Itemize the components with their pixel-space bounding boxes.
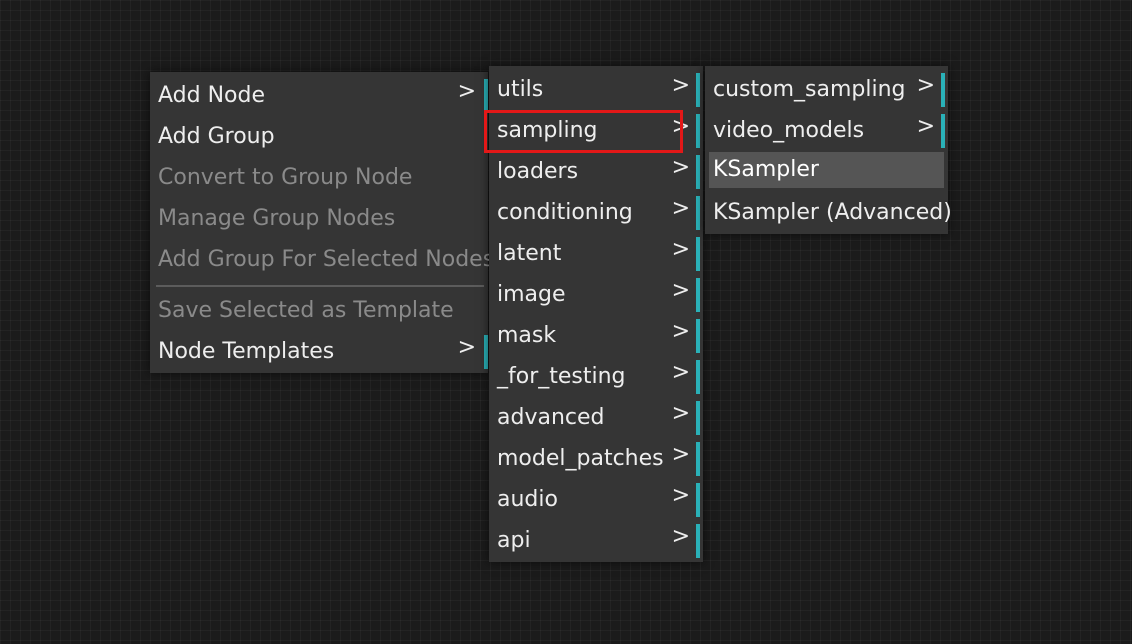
submenu-indicator [696,237,700,271]
chevron-right-icon: > [671,442,690,467]
submenu-indicator [696,483,700,517]
submenu-indicator [696,278,700,312]
menu-item-label: Manage Group Nodes [158,206,396,231]
submenu-item-label: image [497,282,566,307]
submenu-item-for-testing[interactable]: _for_testing > [489,356,703,397]
menu-separator [156,285,484,287]
menu-item-label: Convert to Group Node [158,165,413,190]
menu-item-add-group-for-selected-nodes: Add Group For Selected Nodes [150,239,494,280]
menu-item-convert-to-group-node: Convert to Group Node [150,157,488,198]
submenu-item-sampling[interactable]: sampling > [489,110,703,151]
submenu-indicator [696,524,700,558]
submenu-indicator [696,442,700,476]
submenu-item-model-patches[interactable]: model_patches > [489,438,703,479]
menu-item-save-selected-as-template: Save Selected as Template [150,290,488,331]
submenu-item-ksampler[interactable]: KSampler [709,152,944,188]
submenu-item-label: loaders [497,159,579,184]
submenu-item-custom-sampling[interactable]: custom_sampling > [705,69,948,110]
submenu-indicator [696,196,700,230]
chevron-right-icon: > [671,237,690,262]
menu-item-add-group[interactable]: Add Group [150,116,488,157]
submenu-item-audio[interactable]: audio > [489,479,703,520]
chevron-right-icon: > [916,114,935,139]
submenu-item-api[interactable]: api > [489,520,703,561]
submenu-item-label: KSampler [713,157,819,182]
chevron-right-icon: > [457,79,476,104]
chevron-right-icon: > [671,278,690,303]
submenu-indicator [941,73,945,107]
menu-item-label: Add Group [158,124,275,149]
submenu-item-label: _for_testing [497,364,626,389]
chevron-right-icon: > [671,73,690,98]
menu-item-add-node[interactable]: Add Node > [150,75,488,116]
submenu-item-label: sampling [497,118,598,143]
submenu-indicator [696,319,700,353]
chevron-right-icon: > [671,196,690,221]
menu-item-node-templates[interactable]: Node Templates > [150,331,488,372]
submenu-item-image[interactable]: image > [489,274,703,315]
submenu-item-label: KSampler (Advanced) [713,200,952,225]
submenu-item-label: utils [497,77,544,102]
submenu-indicator [696,155,700,189]
submenu-item-label: advanced [497,405,605,430]
submenu-item-ksampler-advanced[interactable]: KSampler (Advanced) [705,192,952,233]
submenu-item-label: mask [497,323,557,348]
chevron-right-icon: > [916,73,935,98]
submenu-item-mask[interactable]: mask > [489,315,703,356]
chevron-right-icon: > [671,319,690,344]
submenu-item-label: video_models [713,118,865,143]
node-categories-submenu: utils > sampling > loaders > conditionin… [489,66,703,562]
submenu-item-label: latent [497,241,562,266]
submenu-indicator [484,79,488,113]
submenu-item-label: api [497,528,531,553]
menu-item-manage-group-nodes: Manage Group Nodes [150,198,488,239]
chevron-right-icon: > [457,335,476,360]
submenu-indicator [484,335,488,369]
menu-item-label: Save Selected as Template [158,298,454,323]
canvas-context-menu: Add Node > Add Group Convert to Group No… [150,72,494,373]
submenu-item-label: model_patches [497,446,664,471]
submenu-indicator [696,401,700,435]
chevron-right-icon: > [671,360,690,385]
submenu-item-advanced[interactable]: advanced > [489,397,703,438]
submenu-indicator [696,360,700,394]
chevron-right-icon: > [671,524,690,549]
chevron-right-icon: > [671,401,690,426]
menu-item-label: Node Templates [158,339,335,364]
chevron-right-icon: > [671,483,690,508]
submenu-item-label: custom_sampling [713,77,906,102]
sampling-submenu: custom_sampling > video_models > KSample… [705,66,952,234]
submenu-indicator [696,114,700,148]
chevron-right-icon: > [671,114,690,139]
submenu-item-label: audio [497,487,558,512]
submenu-item-loaders[interactable]: loaders > [489,151,703,192]
submenu-item-video-models[interactable]: video_models > [705,110,948,151]
submenu-indicator [696,73,700,107]
chevron-right-icon: > [671,155,690,180]
submenu-item-label: conditioning [497,200,633,225]
submenu-item-conditioning[interactable]: conditioning > [489,192,703,233]
submenu-item-utils[interactable]: utils > [489,69,703,110]
submenu-indicator [941,114,945,148]
menu-item-label: Add Group For Selected Nodes [158,247,495,272]
menu-item-label: Add Node [158,83,266,108]
submenu-item-latent[interactable]: latent > [489,233,703,274]
